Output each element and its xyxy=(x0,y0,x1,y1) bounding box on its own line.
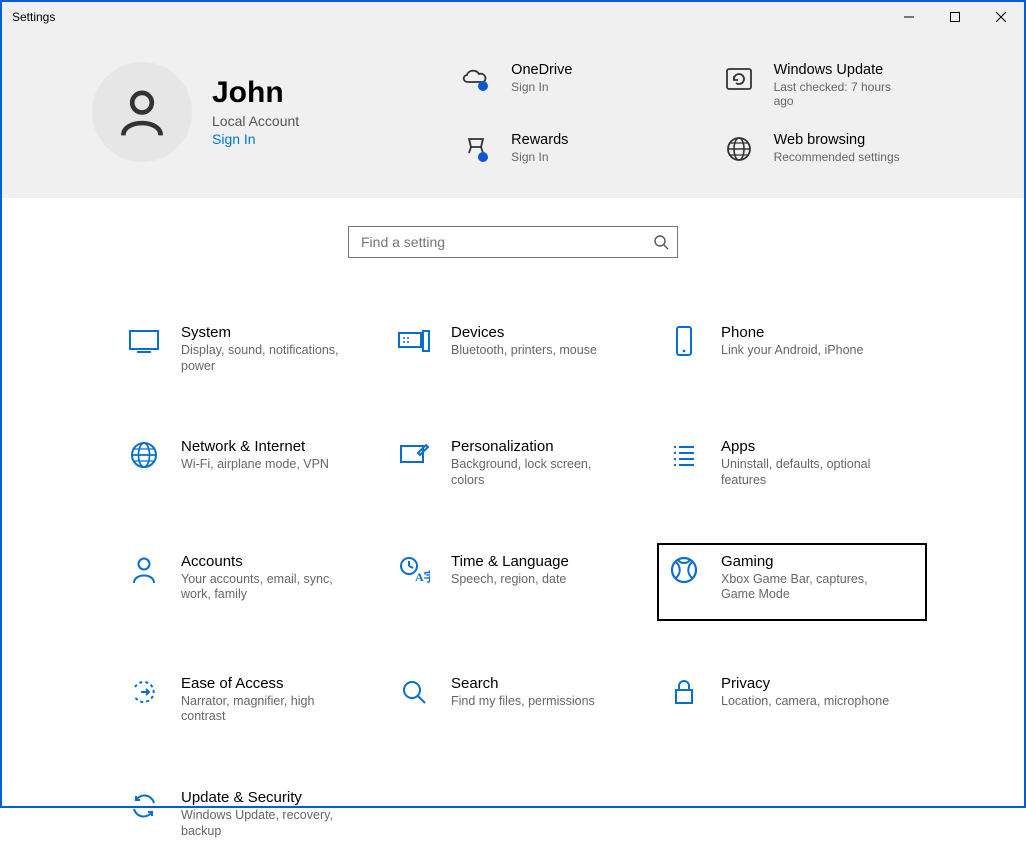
user-signin-link[interactable]: Sign In xyxy=(212,131,299,147)
category-title: Privacy xyxy=(721,675,889,692)
header-link-sub: Sign In xyxy=(511,80,572,94)
personalization-icon xyxy=(397,438,431,472)
category-title: Network & Internet xyxy=(181,438,329,455)
category-sub: Find my files, permissions xyxy=(451,694,595,710)
devices-icon xyxy=(397,324,431,358)
category-sub: Background, lock screen, colors xyxy=(451,457,621,488)
minimize-button[interactable] xyxy=(886,2,932,32)
category-network[interactable]: Network & Internet Wi-Fi, airplane mode,… xyxy=(117,428,387,498)
header-link-sub: Recommended settings xyxy=(774,150,900,164)
search-input[interactable] xyxy=(359,233,653,251)
phone-icon xyxy=(667,324,701,358)
category-title: Personalization xyxy=(451,438,621,455)
category-accounts[interactable]: Accounts Your accounts, email, sync, wor… xyxy=(117,543,387,621)
header-link-windows-update[interactable]: Windows Update Last checked: 7 hours ago xyxy=(722,62,964,108)
category-time-language[interactable]: A字 Time & Language Speech, region, date xyxy=(387,543,657,621)
onedrive-icon xyxy=(459,62,493,96)
category-title: System xyxy=(181,324,351,341)
titlebar: Settings xyxy=(2,2,1024,32)
category-personalization[interactable]: Personalization Background, lock screen,… xyxy=(387,428,657,498)
category-update-security[interactable]: Update & Security Windows Update, recove… xyxy=(117,779,387,849)
apps-icon xyxy=(667,438,701,472)
category-sub: Display, sound, notifications, power xyxy=(181,343,351,374)
header-link-title: OneDrive xyxy=(511,62,572,78)
category-privacy[interactable]: Privacy Location, camera, microphone xyxy=(657,665,927,735)
header-link-rewards[interactable]: Rewards Sign In xyxy=(459,132,701,166)
category-sub: Location, camera, microphone xyxy=(721,694,889,710)
header: John Local Account Sign In OneDrive Sign… xyxy=(2,32,1024,198)
category-sub: Speech, region, date xyxy=(451,572,569,588)
category-sub: Your accounts, email, sync, work, family xyxy=(181,572,351,603)
accounts-icon xyxy=(127,553,161,587)
ease-of-access-icon xyxy=(127,675,161,709)
category-sub: Link your Android, iPhone xyxy=(721,343,863,359)
header-links: OneDrive Sign In Windows Update Last che… xyxy=(459,62,964,166)
maximize-button[interactable] xyxy=(932,2,978,32)
network-icon xyxy=(127,438,161,472)
search-row xyxy=(2,198,1024,274)
user-name: John xyxy=(212,77,299,109)
category-sub: Wi-Fi, airplane mode, VPN xyxy=(181,457,329,473)
category-title: Update & Security xyxy=(181,789,351,806)
system-icon xyxy=(127,324,161,358)
category-title: Devices xyxy=(451,324,597,341)
web-browsing-icon xyxy=(722,132,756,166)
category-phone[interactable]: Phone Link your Android, iPhone xyxy=(657,314,927,384)
category-sub: Uninstall, defaults, optional features xyxy=(721,457,891,488)
window-controls xyxy=(886,2,1024,32)
category-title: Ease of Access xyxy=(181,675,351,692)
category-title: Phone xyxy=(721,324,863,341)
search-icon xyxy=(653,234,669,250)
svg-text:A字: A字 xyxy=(415,569,430,584)
category-devices[interactable]: Devices Bluetooth, printers, mouse xyxy=(387,314,657,384)
gaming-icon xyxy=(667,553,701,587)
privacy-icon xyxy=(667,675,701,709)
category-system[interactable]: System Display, sound, notifications, po… xyxy=(117,314,387,384)
header-link-onedrive[interactable]: OneDrive Sign In xyxy=(459,62,701,108)
category-title: Accounts xyxy=(181,553,351,570)
windows-update-icon xyxy=(722,62,756,96)
header-link-web-browsing[interactable]: Web browsing Recommended settings xyxy=(722,132,964,166)
window-title: Settings xyxy=(12,10,55,24)
close-button[interactable] xyxy=(978,2,1024,32)
categories-grid: System Display, sound, notifications, po… xyxy=(2,274,1024,849)
category-sub: Xbox Game Bar, captures, Game Mode xyxy=(721,572,891,603)
rewards-icon xyxy=(459,132,493,166)
header-link-title: Windows Update xyxy=(774,62,914,78)
category-title: Search xyxy=(451,675,595,692)
header-link-sub: Last checked: 7 hours ago xyxy=(774,80,914,108)
category-title: Time & Language xyxy=(451,553,569,570)
update-security-icon xyxy=(127,789,161,823)
category-gaming[interactable]: Gaming Xbox Game Bar, captures, Game Mod… xyxy=(657,543,927,621)
category-sub: Windows Update, recovery, backup xyxy=(181,808,351,839)
search-box[interactable] xyxy=(348,226,678,258)
person-icon xyxy=(114,84,170,140)
avatar xyxy=(92,62,192,162)
user-block[interactable]: John Local Account Sign In xyxy=(92,62,299,162)
category-search[interactable]: Search Find my files, permissions xyxy=(387,665,657,735)
time-language-icon: A字 xyxy=(397,553,431,587)
user-text: John Local Account Sign In xyxy=(212,77,299,147)
search-category-icon xyxy=(397,675,431,709)
user-account-type: Local Account xyxy=(212,113,299,129)
category-ease-of-access[interactable]: Ease of Access Narrator, magnifier, high… xyxy=(117,665,387,735)
category-apps[interactable]: Apps Uninstall, defaults, optional featu… xyxy=(657,428,927,498)
category-sub: Bluetooth, printers, mouse xyxy=(451,343,597,359)
header-link-title: Web browsing xyxy=(774,132,900,148)
category-sub: Narrator, magnifier, high contrast xyxy=(181,694,351,725)
header-link-sub: Sign In xyxy=(511,150,568,164)
header-link-title: Rewards xyxy=(511,132,568,148)
category-title: Apps xyxy=(721,438,891,455)
category-title: Gaming xyxy=(721,553,891,570)
